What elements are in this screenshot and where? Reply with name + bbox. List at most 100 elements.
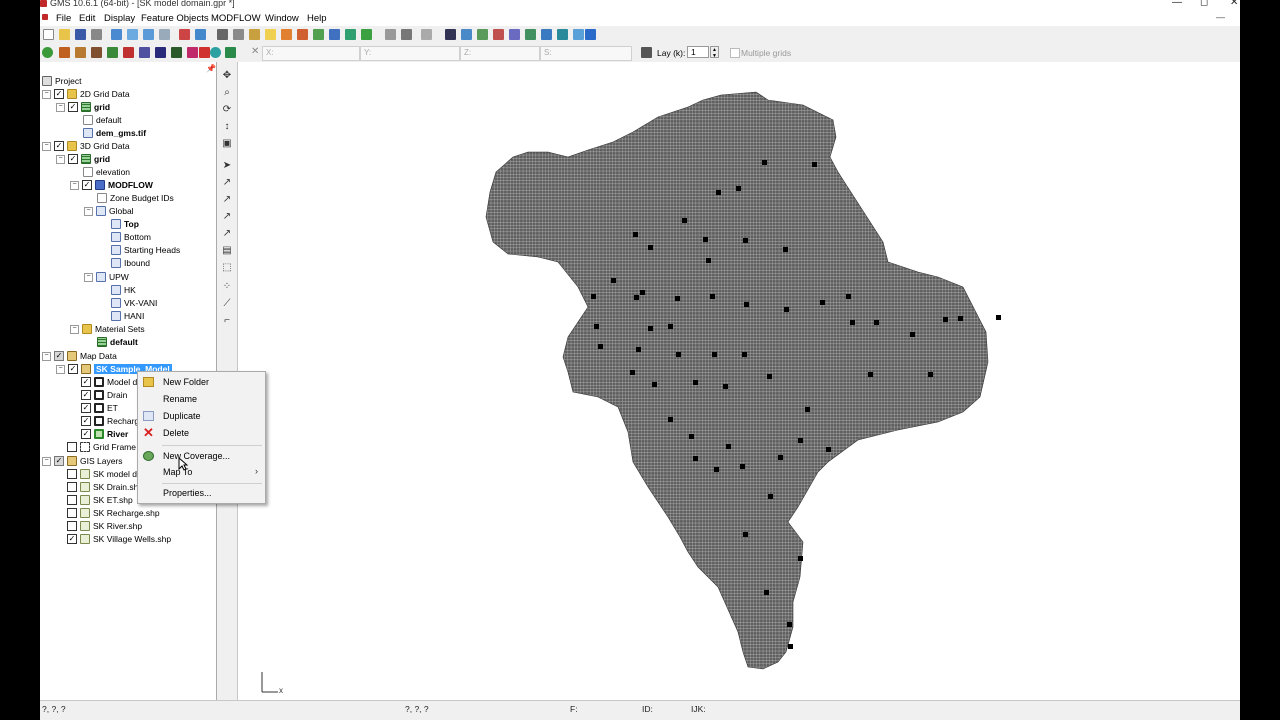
visibility-checkbox[interactable]: ✓ — [82, 180, 92, 190]
menu-item-map-to[interactable]: Map To › — [138, 465, 265, 480]
visibility-checkbox[interactable] — [67, 482, 77, 492]
s-value-field[interactable]: S: — [540, 46, 632, 61]
maximize-button[interactable]: ◻ — [1200, 0, 1208, 8]
menu-window[interactable]: Window — [265, 13, 299, 24]
create-arc-icon[interactable]: ⟋ — [222, 299, 232, 309]
rotate-icon[interactable] — [143, 29, 154, 40]
tree-item-material-sets[interactable]: − Material Sets — [70, 323, 145, 335]
tree-item-top[interactable]: Top — [111, 218, 139, 230]
plot-icon[interactable] — [281, 29, 292, 40]
tree-item-ibound[interactable]: Ibound — [111, 257, 150, 269]
menu-item-properties[interactable]: Properties... — [138, 486, 265, 501]
collapse-icon[interactable]: − — [84, 272, 93, 282]
layer-input[interactable]: 1 — [687, 46, 709, 58]
lighting-icon[interactable] — [233, 29, 244, 40]
tree-item-3d-grid[interactable]: − ✓ grid — [56, 153, 110, 165]
tree-item-dem-dataset[interactable]: dem_gms.tif — [83, 127, 146, 139]
menu-file[interactable]: File — [56, 13, 71, 24]
save-icon[interactable] — [75, 29, 86, 40]
tree-item-grid-frame[interactable]: Grid Frame — [67, 441, 136, 453]
select-arrow-icon[interactable]: ➤ — [222, 161, 232, 171]
tree-item-zone-budget[interactable]: Zone Budget IDs — [97, 192, 174, 204]
y-coordinate-field[interactable]: Y: — [360, 46, 460, 61]
tree-item-river[interactable]: ✓ River — [81, 428, 128, 440]
borehole-module-icon[interactable] — [59, 47, 70, 58]
visibility-checkbox[interactable]: ✓ — [81, 429, 91, 439]
export-icon[interactable] — [573, 29, 584, 40]
tree-item-sk-drain-shp[interactable]: SK Drain.shp — [67, 481, 143, 493]
visibility-checkbox[interactable] — [67, 508, 77, 518]
visibility-checkbox[interactable]: ✓ — [68, 154, 78, 164]
minimize-button[interactable]: — — [1172, 0, 1182, 8]
close-button[interactable]: ✕ — [1230, 0, 1238, 8]
align-icon[interactable] — [421, 29, 432, 40]
collapse-icon[interactable]: − — [70, 324, 79, 334]
uGrid-module-icon[interactable] — [187, 47, 198, 58]
solid-icon[interactable] — [509, 29, 520, 40]
collapse-icon[interactable]: − — [70, 180, 79, 190]
menu-modflow[interactable]: MODFLOW — [211, 13, 261, 24]
tree-item-et[interactable]: ✓ ET — [81, 402, 118, 414]
collapse-icon[interactable]: − — [42, 89, 51, 99]
tree-item-bottom[interactable]: Bottom — [111, 231, 151, 243]
tree-item-2d-grid[interactable]: − ✓ grid — [56, 101, 110, 113]
tree-item-material-default[interactable]: default — [97, 336, 138, 348]
tree-item-gis-layers[interactable]: − ✓ GIS Layers — [42, 455, 123, 467]
layer-spinner[interactable]: ▲ ▼ — [710, 46, 719, 59]
create-polygon-icon[interactable]: ⌐ — [222, 316, 232, 326]
collapse-icon[interactable]: − — [42, 456, 51, 466]
collapse-icon[interactable]: − — [56, 364, 65, 374]
menu-feature-objects[interactable]: Feature Objects — [141, 13, 209, 24]
scatter-module-icon[interactable] — [123, 47, 134, 58]
earth-icon[interactable] — [361, 29, 372, 40]
menu-item-rename[interactable]: Rename — [138, 392, 265, 407]
copy-icon[interactable] — [385, 29, 396, 40]
globe-icon[interactable] — [345, 29, 356, 40]
visibility-checkbox[interactable]: ✓ — [68, 102, 78, 112]
visibility-checkbox[interactable]: ✓ — [68, 364, 78, 374]
z-magnify-icon[interactable]: ↕ — [222, 122, 232, 132]
visibility-checkbox[interactable] — [67, 521, 77, 531]
menu-display[interactable]: Display — [104, 13, 135, 24]
tree-item-project[interactable]: Project — [42, 75, 81, 87]
contour-icon[interactable] — [249, 29, 260, 40]
tree-item-hk[interactable]: HK — [111, 284, 136, 296]
visibility-checkbox[interactable] — [67, 469, 77, 479]
visibility-checkbox[interactable] — [67, 442, 77, 452]
frame-icon[interactable] — [111, 29, 122, 40]
visibility-checkbox[interactable]: ✓ — [54, 456, 64, 466]
paste-icon[interactable] — [401, 29, 412, 40]
tree-item-default-dataset[interactable]: default — [83, 114, 122, 126]
select-vertex-icon[interactable]: ↗ — [222, 178, 232, 188]
mesh-module-icon[interactable] — [42, 47, 53, 58]
visibility-checkbox[interactable]: ✓ — [81, 390, 91, 400]
tree-item-sk-recharge-shp[interactable]: SK Recharge.shp — [67, 507, 160, 519]
visibility-checkbox[interactable]: ✓ — [54, 89, 64, 99]
select-cell-icon[interactable]: ▤ — [222, 246, 232, 256]
grid-tool-icon[interactable] — [445, 29, 456, 40]
visibility-checkbox[interactable]: ✓ — [81, 416, 91, 426]
undo-icon[interactable] — [179, 29, 190, 40]
tree-item-sk-river-shp[interactable]: SK River.shp — [67, 520, 142, 532]
mdi-minimize-button[interactable]: — — [1216, 12, 1225, 22]
collapse-icon[interactable]: − — [42, 351, 51, 361]
tree-item-hani[interactable]: HANI — [111, 310, 144, 322]
z-coordinate-field[interactable]: Z: — [460, 46, 540, 61]
select-node-icon[interactable]: ↗ — [222, 229, 232, 239]
grid-module-icon[interactable] — [107, 47, 118, 58]
solid-module-icon[interactable] — [75, 47, 86, 58]
tree-item-drain[interactable]: ✓ Drain — [81, 389, 127, 401]
tree-item-modflow[interactable]: − ✓ MODFLOW — [70, 179, 153, 191]
perspective-icon[interactable] — [159, 29, 170, 40]
flag-icon[interactable] — [585, 29, 596, 40]
new-file-icon[interactable] — [43, 29, 54, 40]
calculator-icon[interactable] — [329, 29, 340, 40]
mesh-tool-icon[interactable] — [461, 29, 472, 40]
tree-item-global[interactable]: − Global — [84, 205, 134, 217]
mt3d-icon[interactable] — [541, 29, 552, 40]
image-icon[interactable] — [313, 29, 324, 40]
frame-image-icon[interactable]: ▣ — [222, 139, 232, 149]
tin-tool-icon[interactable] — [477, 29, 488, 40]
print-icon[interactable] — [91, 29, 102, 40]
open-folder-icon[interactable] — [59, 29, 70, 40]
